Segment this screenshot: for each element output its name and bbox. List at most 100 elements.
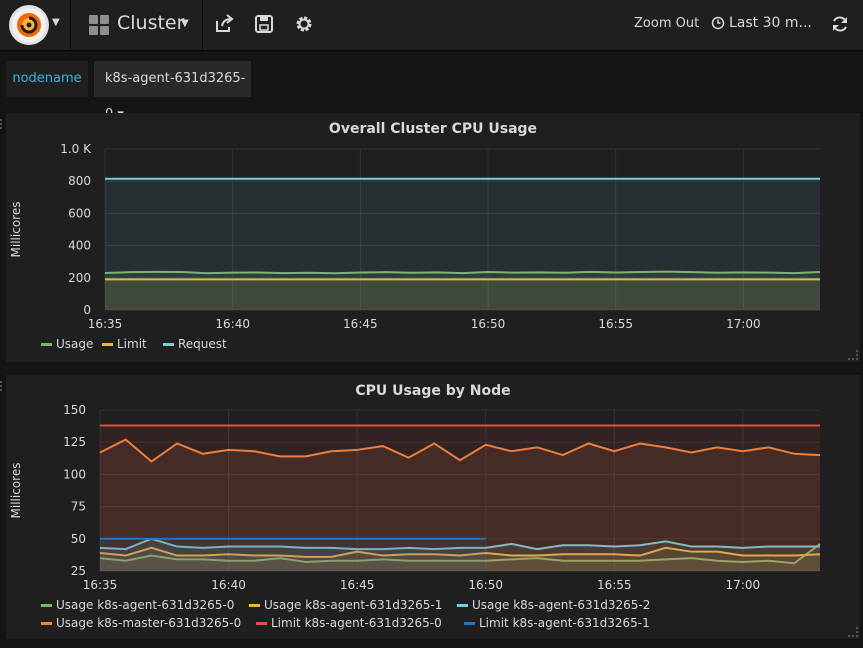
legend-swatch	[163, 343, 174, 346]
clock-icon	[711, 16, 725, 30]
chevron-down-icon[interactable]: ▼	[52, 17, 60, 28]
data-point	[433, 538, 435, 540]
refresh-icon[interactable]	[830, 14, 850, 34]
y-tick-label: 25	[71, 564, 86, 578]
data-point	[99, 538, 101, 540]
legend-swatch	[41, 622, 52, 625]
data-point	[640, 178, 642, 180]
y-tick-label: 800	[68, 174, 91, 188]
y-tick-label: 50	[71, 532, 86, 546]
series-area	[100, 538, 486, 571]
data-point	[228, 538, 230, 540]
data-point	[433, 424, 435, 426]
dashboard-grid-icon	[89, 15, 109, 35]
data-point	[793, 178, 795, 180]
data-point	[232, 178, 234, 180]
data-point	[691, 178, 693, 180]
data-point	[385, 178, 387, 180]
legend-item: Usage k8s-agent-631d3265-1	[264, 598, 442, 612]
data-point	[436, 178, 438, 180]
data-point	[564, 178, 566, 180]
data-point	[382, 538, 384, 540]
data-point	[793, 424, 795, 426]
data-point	[253, 538, 255, 540]
data-point	[206, 178, 208, 180]
time-range-picker[interactable]: Last 30 m...	[711, 15, 812, 31]
variable-label-nodename: nodename	[6, 61, 88, 97]
data-point	[588, 424, 590, 426]
data-point	[666, 178, 668, 180]
x-tick-label: 16:45	[340, 578, 375, 592]
data-point	[819, 178, 821, 180]
data-point	[356, 424, 358, 426]
x-tick-label: 16:45	[343, 317, 378, 331]
data-point	[513, 178, 515, 180]
template-variables-bar: nodename k8s-agent-631d3265-0 ▾	[0, 51, 863, 122]
dashboard-picker[interactable]: Cluster ▼	[71, 0, 203, 50]
data-point	[356, 538, 358, 540]
data-point	[485, 538, 487, 540]
panel-cpu-by-node: CPU Usage by Node 25 50 75 100 125 150 16:35 16…	[0, 375, 860, 639]
data-point	[716, 424, 718, 426]
x-tick-label: 17:00	[726, 578, 761, 592]
dashboard-title[interactable]: Cluster	[117, 12, 184, 34]
zoom-out-button[interactable]: Zoom Out	[634, 16, 699, 31]
data-point	[408, 424, 410, 426]
data-point	[408, 538, 410, 540]
data-point	[305, 424, 307, 426]
panel-resize-handle[interactable]	[848, 350, 858, 360]
data-point	[176, 538, 178, 540]
data-point	[615, 178, 617, 180]
data-point	[330, 538, 332, 540]
legend-item: Limit	[117, 337, 147, 351]
legend-item: Usage	[56, 337, 93, 351]
y-tick-label: 0	[83, 303, 91, 317]
data-point	[819, 424, 821, 426]
data-point	[99, 424, 101, 426]
panel-resize-handle[interactable]	[848, 627, 858, 637]
legend-swatch	[457, 604, 468, 607]
chevron-down-icon[interactable]: ▼	[181, 18, 189, 29]
data-point	[639, 424, 641, 426]
x-tick-label: 17:00	[726, 317, 761, 331]
data-point	[104, 178, 106, 180]
top-navbar: ▼ Cluster ▼ Zoom Out Last 30 m...	[0, 0, 863, 51]
y-tick-label: 125	[63, 435, 86, 449]
data-point	[334, 178, 336, 180]
data-point	[462, 178, 464, 180]
share-icon[interactable]	[214, 14, 234, 34]
y-axis-label: Millicores	[9, 463, 23, 519]
y-tick-label: 100	[63, 467, 86, 481]
data-point	[279, 424, 281, 426]
data-point	[125, 538, 127, 540]
data-point	[359, 178, 361, 180]
x-tick-label: 16:35	[88, 317, 123, 331]
x-tick-label: 16:50	[468, 578, 503, 592]
data-point	[538, 178, 540, 180]
legend-item: Limit k8s-agent-631d3265-0	[271, 616, 442, 630]
data-point	[176, 424, 178, 426]
data-point	[150, 424, 152, 426]
legend-item: Limit k8s-agent-631d3265-1	[479, 616, 650, 630]
variable-select-nodename[interactable]: k8s-agent-631d3265-0 ▾	[94, 61, 251, 122]
legend-swatch	[249, 604, 260, 607]
data-point	[130, 178, 132, 180]
legend-swatch	[256, 622, 267, 625]
data-point	[410, 178, 412, 180]
gear-icon[interactable]	[294, 14, 314, 34]
series-area	[105, 178, 820, 310]
y-tick-label: 75	[71, 500, 86, 514]
y-axis-label: Millicores	[9, 202, 23, 258]
legend-swatch	[41, 604, 52, 607]
data-point	[459, 538, 461, 540]
save-icon[interactable]	[254, 14, 274, 34]
data-point	[742, 424, 744, 426]
legend-item: Request	[178, 337, 227, 351]
x-tick-label: 16:35	[83, 578, 118, 592]
grafana-menu[interactable]: ▼	[0, 0, 71, 50]
data-point	[202, 538, 204, 540]
time-range-label[interactable]: Last 30 m...	[729, 15, 812, 31]
data-point	[768, 178, 770, 180]
data-point	[768, 424, 770, 426]
grafana-logo-icon[interactable]	[9, 5, 49, 45]
